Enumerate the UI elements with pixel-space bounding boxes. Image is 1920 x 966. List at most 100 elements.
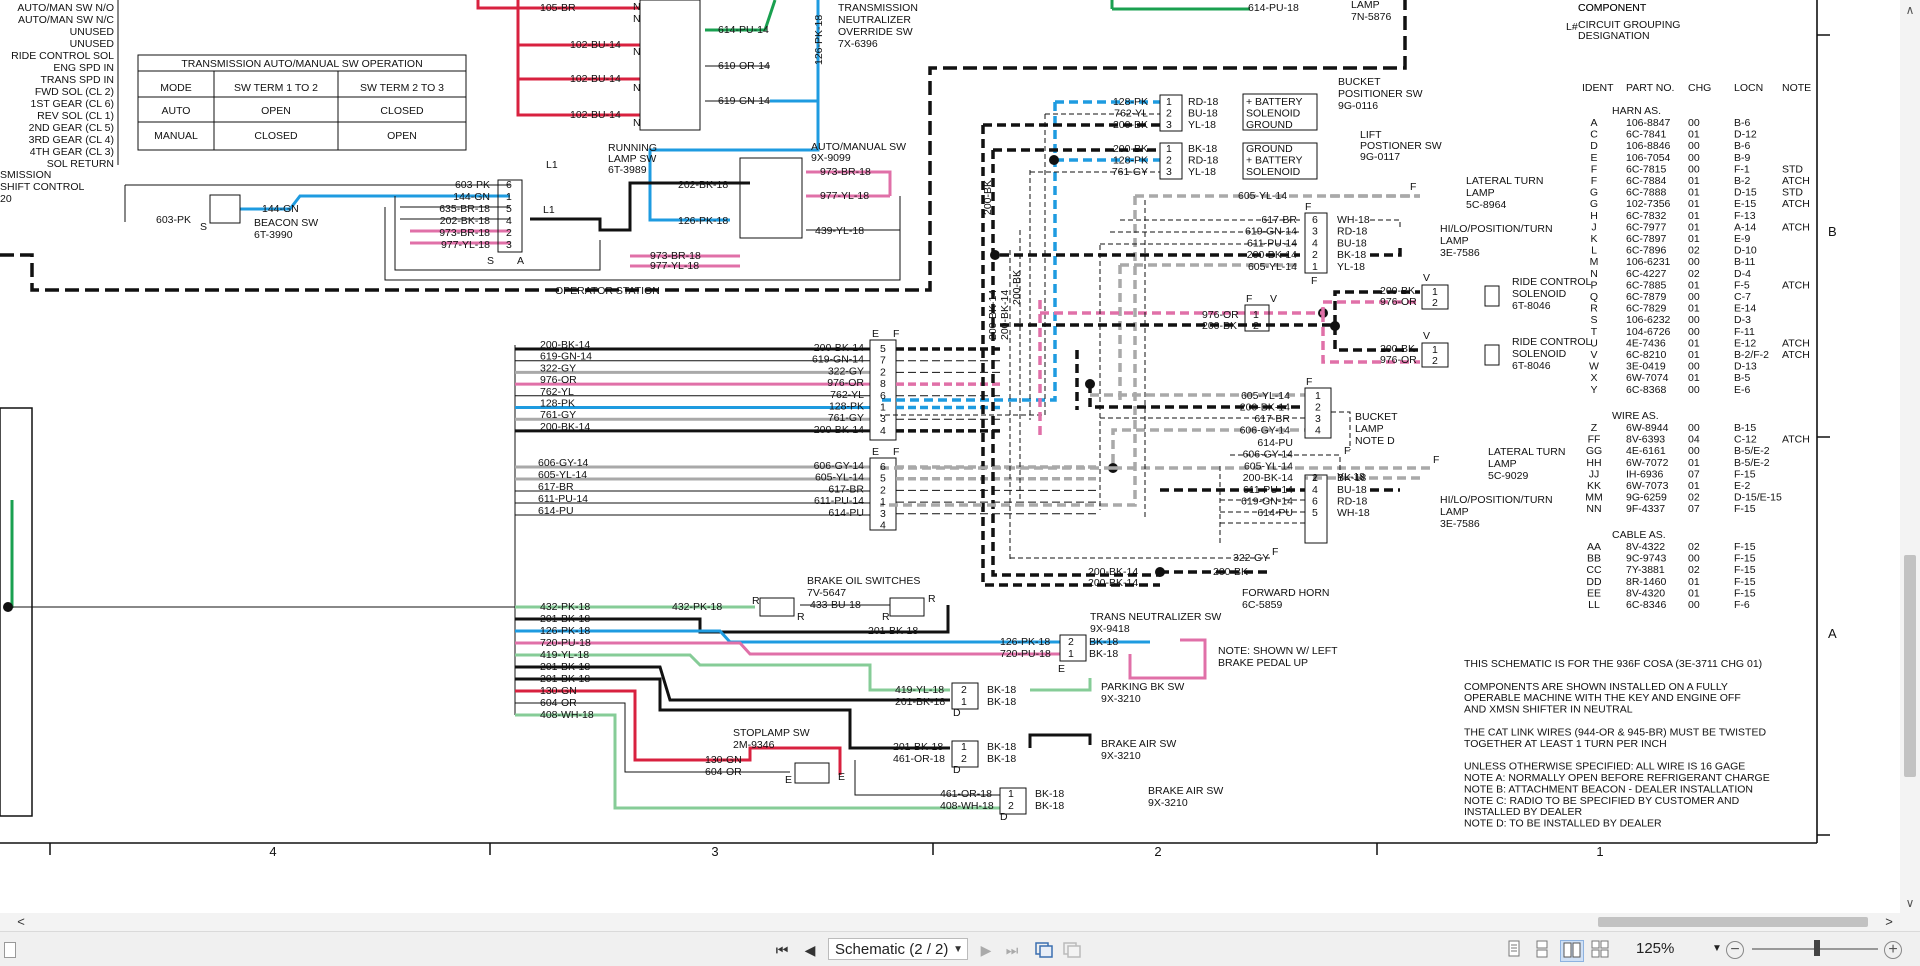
prev-page-button[interactable]: ◀ [800, 940, 820, 960]
component-label: LATERAL TURN [1466, 175, 1543, 187]
wire-label: 102-BU-14 [570, 39, 621, 51]
two-page-view-icon[interactable] [1560, 940, 1584, 962]
zoom-out-button[interactable]: − [1726, 941, 1744, 959]
component-label: LAMP [1355, 423, 1384, 435]
table-cell: G [1590, 187, 1598, 199]
component-label: OVERRIDE SW [838, 26, 913, 38]
pin-label: 4TH GEAR (CL 3) [30, 146, 114, 158]
table-cell: 8R-1460 [1626, 576, 1666, 588]
table-cell: F-11 [1734, 326, 1755, 338]
page-select[interactable]: Schematic (2 / 2) ▼ [828, 938, 968, 960]
pin-letter: R [797, 611, 805, 623]
pin-number: 7 [880, 355, 886, 367]
table-title: HARN AS. [1612, 105, 1661, 117]
table-cell: 106-6232 [1626, 314, 1671, 326]
pin-letter: F [1344, 445, 1350, 457]
table-cell: F-15 [1734, 553, 1756, 565]
zoom-slider-thumb[interactable] [1814, 940, 1820, 956]
two-page-continuous-icon[interactable] [1590, 940, 1610, 960]
wire-label: 761-GY [828, 412, 864, 424]
table-cell: 6C-7896 [1626, 245, 1666, 257]
legend-label: L# [1566, 21, 1578, 33]
table-cell: 00 [1688, 140, 1700, 152]
schematic-canvas[interactable]: AUTO/MAN SW N/O AUTO/MAN SW N/C UNUSED UNUS… [0, 0, 1900, 913]
table-title: WIRE AS. [1612, 410, 1659, 422]
zoom-in-button[interactable]: + [1884, 941, 1902, 959]
go-back-view-icon[interactable] [1034, 940, 1054, 960]
wire-label: 605-YL-14 [1248, 261, 1297, 273]
table-header: IDENT [1582, 82, 1614, 94]
scroll-down-arrow[interactable]: ∨ [1900, 893, 1920, 913]
table-title: TRANSMISSION AUTO/MANUAL SW OPERATION [181, 58, 422, 70]
wire-label: 605-YL-14 [538, 469, 587, 481]
wire-label: + BATTERY [1246, 155, 1303, 167]
table-cell: 7Y-3881 [1626, 564, 1665, 576]
zoom-level[interactable]: 125% [1636, 939, 1674, 959]
scroll-left-arrow[interactable]: < [12, 913, 30, 931]
wire-label: 200-BK-14 [987, 290, 999, 340]
cut-label: 20 [0, 193, 12, 205]
vertical-scroll-thumb[interactable] [1904, 555, 1916, 777]
panel-toggle-icon[interactable] [4, 942, 16, 958]
wire-label: 408-WH-18 [540, 709, 594, 721]
table-cell: 6C-7977 [1626, 221, 1666, 233]
table-cell: 6C-8210 [1626, 349, 1666, 361]
wire-label: 102-BU-14 [570, 73, 621, 85]
single-page-icon [1508, 940, 1520, 957]
component-label: PARKING BK SW [1101, 681, 1184, 693]
pin-number: 3 [1312, 226, 1318, 238]
component-label: SOLENOID [1512, 288, 1567, 300]
wire-label: YL-18 [1188, 166, 1216, 178]
scroll-right-arrow[interactable]: > [1880, 913, 1898, 931]
note-label: NOTE: SHOWN W/ LEFT [1218, 645, 1338, 657]
pin-number: 4 [1315, 425, 1321, 437]
wire-label: 439-YL-18 [815, 225, 864, 237]
table-cell: ATCH [1782, 337, 1810, 349]
component-part: 9X-3210 [1148, 797, 1188, 809]
table-cell: IH-6936 [1626, 468, 1664, 480]
vertical-scrollbar[interactable]: ∧ ∨ [1900, 0, 1920, 913]
table-cell: 6C-7897 [1626, 233, 1666, 245]
table-cell: F-15 [1734, 564, 1756, 576]
wire-label: 201-BK-18 [895, 696, 945, 708]
component-part: 3E-7586 [1440, 518, 1480, 530]
wire-label: 605-YL-14 [1244, 460, 1293, 472]
table-cell: 01 [1688, 279, 1700, 291]
continuous-view-icon[interactable] [1532, 940, 1552, 960]
zoom-dropdown-icon[interactable]: ▼ [1712, 939, 1722, 959]
wire-label: 322-GY [1233, 552, 1269, 564]
scroll-up-arrow[interactable]: ∧ [1900, 0, 1920, 20]
go-forward-view-icon[interactable] [1062, 940, 1082, 960]
pin-label: UNUSED [70, 26, 115, 38]
table-cell: C-7 [1734, 291, 1751, 303]
pin-letter: F [893, 328, 899, 340]
component-label: LATERAL TURN [1488, 446, 1565, 458]
wire-label: 619-GN-14 [1245, 226, 1297, 238]
horizontal-scrollbar[interactable]: < > [0, 913, 1900, 931]
next-page-button[interactable]: ▶ [976, 940, 996, 960]
wire-label: SOLENOID [1246, 108, 1301, 120]
single-page-view-icon[interactable] [1504, 940, 1524, 960]
first-page-button[interactable]: ⏮ [772, 940, 792, 960]
table-cell: CLOSED [254, 130, 298, 142]
horizontal-scroll-thumb[interactable] [1598, 917, 1868, 927]
table-cell: 00 [1688, 314, 1700, 326]
wire-label: 201-BK-18 [868, 625, 918, 637]
wire-label: 200-BK [1113, 119, 1148, 131]
wire-720-pu-b [515, 641, 1060, 656]
table-cell: 01 [1688, 233, 1700, 245]
table-cell: 01 [1688, 576, 1700, 588]
pin-letter: R [928, 593, 936, 605]
wire-label: 432-PK-18 [672, 601, 722, 613]
pin-letter: F [893, 446, 899, 458]
two-page-continuous [1591, 940, 1609, 958]
table-cell: DD [1586, 576, 1602, 588]
last-page-button[interactable]: ⏭ [1002, 940, 1022, 960]
table-cell: 01 [1688, 221, 1700, 233]
pin-number: 1 [1312, 472, 1318, 484]
table-cell: 9G-6259 [1626, 492, 1667, 504]
table-cell: D-15 [1734, 187, 1757, 199]
table-cell: 00 [1688, 599, 1700, 611]
pin-number: 3 [1166, 119, 1172, 131]
forward-view-icon [1063, 942, 1081, 958]
